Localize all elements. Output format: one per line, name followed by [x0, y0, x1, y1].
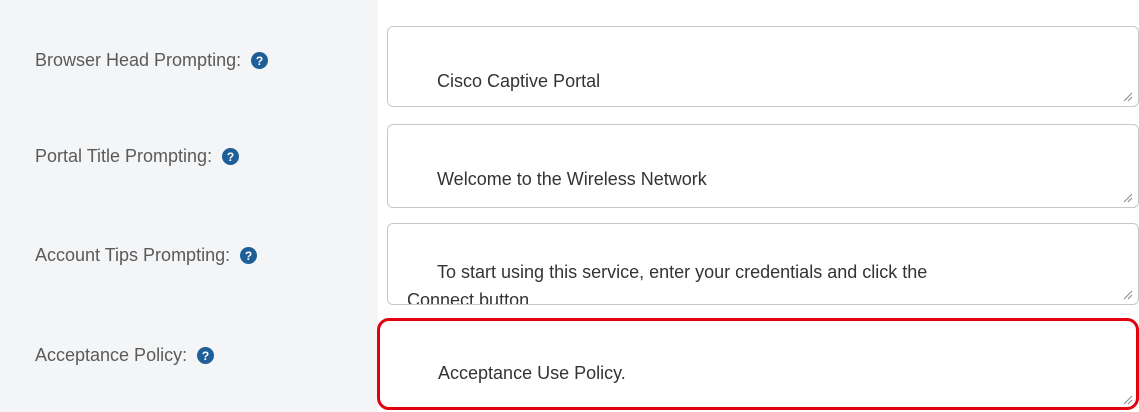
- captive-portal-settings-panel: Browser Head Prompting: ? Cisco Captive …: [0, 0, 1139, 412]
- acceptance-policy-label-text: Acceptance Policy:: [35, 345, 188, 365]
- help-circle-icon[interactable]: ?: [251, 52, 269, 69]
- browser-head-textarea[interactable]: Cisco Captive Portal: [387, 26, 1139, 107]
- resize-grip-icon[interactable]: [1123, 193, 1133, 203]
- account-tips-textarea[interactable]: To start using this service, enter your …: [387, 223, 1139, 305]
- acceptance-policy-label: Acceptance Policy: ?: [35, 345, 215, 366]
- portal-title-label-text: Portal Title Prompting:: [35, 146, 213, 166]
- account-tips-value: To start using this service, enter your …: [407, 262, 928, 305]
- account-tips-label-text: Account Tips Prompting:: [35, 245, 231, 265]
- help-circle-icon[interactable]: ?: [222, 148, 240, 165]
- acceptance-policy-value: Acceptance Use Policy.: [438, 363, 626, 383]
- help-circle-icon[interactable]: ?: [240, 247, 258, 264]
- resize-grip-icon[interactable]: [1123, 290, 1133, 300]
- portal-title-value: Welcome to the Wireless Network: [437, 169, 707, 189]
- browser-head-value: Cisco Captive Portal: [437, 71, 601, 91]
- portal-title-label: Portal Title Prompting: ?: [35, 146, 240, 167]
- resize-grip-icon[interactable]: [1123, 92, 1133, 102]
- account-tips-label: Account Tips Prompting: ?: [35, 245, 258, 266]
- browser-head-label: Browser Head Prompting: ?: [35, 50, 269, 71]
- help-circle-icon[interactable]: ?: [197, 347, 215, 364]
- browser-head-label-text: Browser Head Prompting:: [35, 50, 242, 70]
- resize-grip-icon[interactable]: [1123, 395, 1133, 405]
- portal-title-textarea[interactable]: Welcome to the Wireless Network: [387, 124, 1139, 208]
- acceptance-policy-textarea[interactable]: Acceptance Use Policy.: [377, 318, 1139, 410]
